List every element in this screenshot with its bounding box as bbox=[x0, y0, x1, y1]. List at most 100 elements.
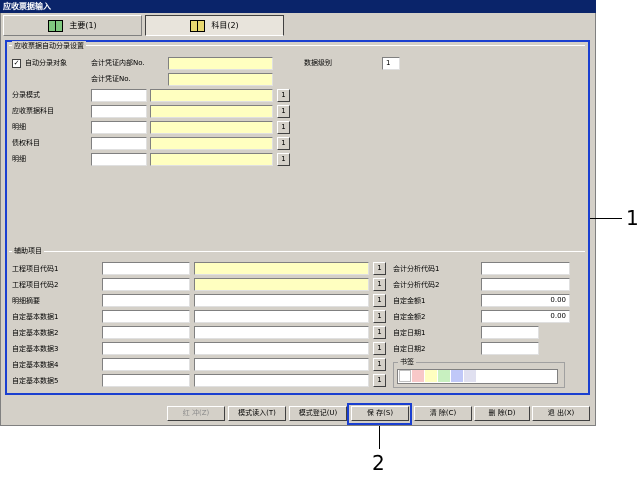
book-icon bbox=[48, 19, 64, 32]
lookup-button[interactable]: 1 bbox=[373, 342, 386, 355]
book-icon bbox=[190, 19, 206, 32]
custom-date-2-label: 自定日期2 bbox=[393, 345, 426, 353]
aux-row-label: 自定基本数据5 bbox=[12, 377, 59, 385]
aux-row-label: 自定基本数据4 bbox=[12, 361, 59, 369]
name-field[interactable] bbox=[150, 137, 273, 150]
aux-code-field[interactable] bbox=[102, 294, 190, 307]
delete-button[interactable]: 删 除(D) bbox=[474, 406, 530, 421]
aux-section-line bbox=[9, 251, 585, 252]
aux-name-field[interactable] bbox=[194, 358, 369, 371]
lookup-button[interactable]: 1 bbox=[373, 358, 386, 371]
code-field[interactable] bbox=[91, 153, 147, 166]
auto-checkbox-label: 自动分录对象 bbox=[25, 59, 67, 67]
lookup-button[interactable]: 1 bbox=[373, 262, 386, 275]
callout-1-number: 1 bbox=[626, 206, 639, 230]
row-label: 分录模式 bbox=[12, 91, 40, 99]
callout-1-line bbox=[590, 218, 622, 219]
analysis-code-2-label: 会计分析代码2 bbox=[393, 281, 440, 289]
lookup-button[interactable]: 1 bbox=[373, 278, 386, 291]
lookup-button[interactable]: 1 bbox=[277, 137, 290, 150]
aux-code-field[interactable] bbox=[102, 358, 190, 371]
voucher-no-label: 会计凭证No. bbox=[91, 75, 131, 83]
custom-date-1-label: 自定日期1 bbox=[393, 329, 426, 337]
bookmark-color-blue[interactable] bbox=[451, 370, 463, 382]
code-field[interactable] bbox=[91, 137, 147, 150]
aux-code-field[interactable] bbox=[102, 342, 190, 355]
analysis-code-1-field[interactable] bbox=[481, 262, 570, 275]
aux-row-label: 自定基本数据2 bbox=[12, 329, 59, 337]
name-field[interactable] bbox=[150, 121, 273, 134]
auto-section-title: 应收票据自动分录设置 bbox=[12, 41, 86, 51]
aux-code-field[interactable] bbox=[102, 326, 190, 339]
voucher-no-field[interactable] bbox=[168, 73, 273, 86]
aux-code-field[interactable] bbox=[102, 262, 190, 275]
mode-register-button[interactable]: 模式登记(U) bbox=[289, 406, 347, 421]
tab-main[interactable]: 主要(1) bbox=[3, 15, 142, 36]
tab-main-label: 主要(1) bbox=[69, 21, 97, 30]
name-field[interactable] bbox=[150, 105, 273, 118]
voucher-internal-field[interactable] bbox=[168, 57, 273, 70]
row-label: 明细 bbox=[12, 155, 26, 163]
bookmark-color-white[interactable] bbox=[399, 370, 411, 382]
clear-button[interactable]: 清 除(C) bbox=[414, 406, 472, 421]
bookmark-label: 书签 bbox=[398, 357, 416, 367]
aux-name-field[interactable] bbox=[194, 278, 369, 291]
mode-read-button[interactable]: 模式读入(T) bbox=[228, 406, 286, 421]
aux-name-field[interactable] bbox=[194, 262, 369, 275]
lookup-button[interactable]: 1 bbox=[373, 326, 386, 339]
save-button[interactable]: 保 存(S) bbox=[351, 406, 409, 421]
aux-row-label: 自定基本数据3 bbox=[12, 345, 59, 353]
name-field[interactable] bbox=[150, 153, 273, 166]
bookmark-color-lavender[interactable] bbox=[464, 370, 476, 382]
aux-name-field[interactable] bbox=[194, 310, 369, 323]
data-level-label: 数据级别 bbox=[304, 59, 332, 67]
aux-name-field[interactable] bbox=[194, 374, 369, 387]
aux-row-label: 明细摘要 bbox=[12, 297, 40, 305]
row-label: 应收票据科目 bbox=[12, 107, 54, 115]
custom-date-1-field[interactable] bbox=[481, 326, 539, 339]
window-title: 应收票据输入 bbox=[0, 0, 596, 13]
exit-button[interactable]: 退 出(X) bbox=[532, 406, 590, 421]
lookup-button[interactable]: 1 bbox=[277, 89, 290, 102]
analysis-code-2-field[interactable] bbox=[481, 278, 570, 291]
lookup-button[interactable]: 1 bbox=[373, 374, 386, 387]
row-label: 明细 bbox=[12, 123, 26, 131]
code-field[interactable] bbox=[91, 105, 147, 118]
data-level-field[interactable]: 1 bbox=[382, 57, 400, 70]
aux-row-label: 工程项目代码2 bbox=[12, 281, 59, 289]
custom-amount-2-label: 自定金额2 bbox=[393, 313, 426, 321]
custom-amount-1-label: 自定金额1 bbox=[393, 297, 426, 305]
custom-date-2-field[interactable] bbox=[481, 342, 539, 355]
tab-account[interactable]: 科目(2) bbox=[145, 15, 284, 36]
custom-amount-2-field[interactable]: 0.00 bbox=[481, 310, 570, 323]
aux-row-label: 自定基本数据1 bbox=[12, 313, 59, 321]
auto-checkbox[interactable]: ✓ bbox=[12, 59, 21, 68]
name-field[interactable] bbox=[150, 89, 273, 102]
aux-name-field[interactable] bbox=[194, 326, 369, 339]
code-field[interactable] bbox=[91, 121, 147, 134]
bookmark-color-yellow[interactable] bbox=[425, 370, 437, 382]
aux-name-field[interactable] bbox=[194, 294, 369, 307]
analysis-code-1-label: 会计分析代码1 bbox=[393, 265, 440, 273]
red-book-button[interactable]: 红 冲(Z) bbox=[167, 406, 225, 421]
code-field[interactable] bbox=[91, 89, 147, 102]
lookup-button[interactable]: 1 bbox=[277, 153, 290, 166]
aux-code-field[interactable] bbox=[102, 374, 190, 387]
voucher-internal-label: 会计凭证内部No. bbox=[91, 59, 145, 67]
lookup-button[interactable]: 1 bbox=[373, 310, 386, 323]
lookup-button[interactable]: 1 bbox=[277, 105, 290, 118]
aux-code-field[interactable] bbox=[102, 278, 190, 291]
bookmark-color-pink[interactable] bbox=[412, 370, 424, 382]
bookmark-color-green[interactable] bbox=[438, 370, 450, 382]
row-label: 债权科目 bbox=[12, 139, 40, 147]
lookup-button[interactable]: 1 bbox=[277, 121, 290, 134]
callout-2-line bbox=[379, 426, 380, 449]
aux-row-label: 工程项目代码1 bbox=[12, 265, 59, 273]
aux-name-field[interactable] bbox=[194, 342, 369, 355]
custom-amount-1-field[interactable]: 0.00 bbox=[481, 294, 570, 307]
tab-account-label: 科目(2) bbox=[211, 21, 239, 30]
lookup-button[interactable]: 1 bbox=[373, 294, 386, 307]
aux-code-field[interactable] bbox=[102, 310, 190, 323]
aux-section-title: 辅助项目 bbox=[12, 246, 44, 256]
auto-section-line bbox=[9, 45, 585, 46]
